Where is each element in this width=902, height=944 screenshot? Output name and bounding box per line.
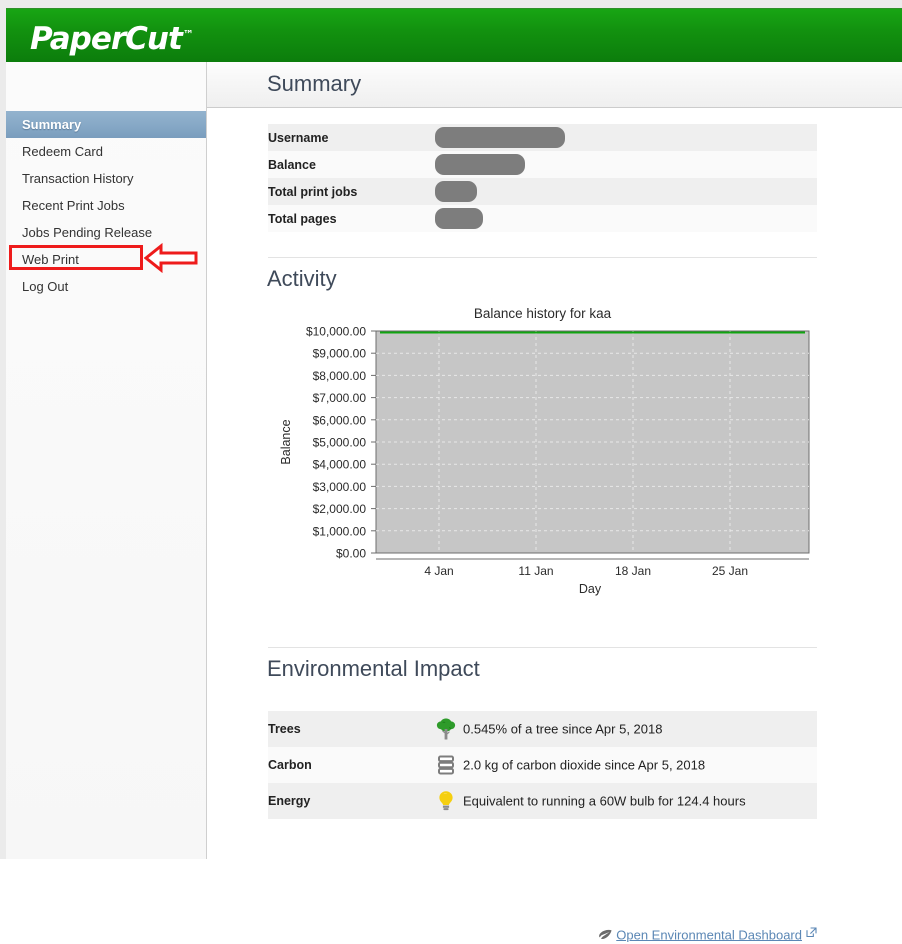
env-text-energy: Equivalent to running a 60W bulb for 124…: [463, 793, 746, 809]
env-text-carbon: 2.0 kg of carbon dioxide since Apr 5, 20…: [463, 757, 706, 773]
chart-x-tick-label: 4 Jan: [424, 564, 453, 578]
balance-history-chart: Balance history for kaa $10,000.00 $9,00…: [268, 306, 817, 616]
chart-y-tick-label: $3,000.00: [313, 480, 367, 494]
sidebar-item-transaction-history[interactable]: Transaction History: [6, 165, 206, 192]
content-header-bar: Summary: [207, 62, 902, 108]
sidebar-item-label: Redeem Card: [22, 144, 103, 159]
env-text-trees: 0.545% of a tree since Apr 5, 2018: [463, 721, 663, 737]
environmental-table: Trees 0.545% of a tree since Apr 5, 2018: [268, 711, 817, 819]
chart-y-tick-labels: $10,000.00 $9,000.00 $8,000.00 $7,000.00…: [306, 325, 366, 561]
external-link-icon[interactable]: [806, 927, 817, 938]
redacted-value: [435, 208, 483, 229]
chart-x-tick-label: 25 Jan: [712, 564, 748, 578]
table-row: Username: [268, 124, 817, 151]
sidebar-item-log-out[interactable]: Log Out: [6, 273, 206, 300]
summary-table: Username Balance Total print jobs Total …: [268, 124, 817, 232]
chart-y-tick-label: $1,000.00: [313, 524, 367, 538]
environmental-heading: Environmental Impact: [267, 656, 480, 681]
sidebar-item-jobs-pending-release[interactable]: Jobs Pending Release: [6, 219, 206, 246]
brand-header: PaperCut™: [6, 8, 902, 62]
redacted-value: [435, 154, 525, 175]
sidebar-nav-list: Summary Redeem Card Transaction History …: [6, 111, 206, 300]
chart-x-axis-title: Day: [579, 582, 602, 596]
chart-y-tick-label: $2,000.00: [313, 502, 367, 516]
table-row: Trees 0.545% of a tree since Apr 5, 2018: [268, 711, 817, 747]
sidebar-item-redeem-card[interactable]: Redeem Card: [6, 138, 206, 165]
environmental-dashboard-link-row: Open Environmental Dashboard: [268, 926, 817, 944]
table-row: Balance: [268, 151, 817, 178]
page-title: Summary: [267, 71, 362, 96]
summary-label-balance: Balance: [268, 157, 316, 172]
page-root: PaperCut™ Summary Summary Redeem Card Tr…: [0, 0, 902, 942]
redacted-value: [435, 127, 565, 148]
activity-divider: [268, 257, 817, 258]
table-row: Energy Equivalent to running a 60W bulb …: [268, 783, 817, 819]
summary-value-total-pages: [435, 205, 817, 232]
summary-label-total-pages: Total pages: [268, 211, 337, 226]
env-value-energy: Equivalent to running a 60W bulb for 124…: [435, 783, 817, 819]
sidebar: Summary Redeem Card Transaction History …: [6, 62, 207, 859]
summary-value-username: [435, 124, 817, 151]
sidebar-item-recent-print-jobs[interactable]: Recent Print Jobs: [6, 192, 206, 219]
summary-value-balance: [435, 151, 817, 178]
activity-heading: Activity: [267, 266, 337, 291]
chart-y-tick-label: $8,000.00: [313, 369, 367, 383]
env-value-trees: 0.545% of a tree since Apr 5, 2018: [435, 711, 817, 747]
summary-label-username: Username: [268, 130, 329, 145]
env-label-carbon: Carbon: [268, 758, 312, 772]
environmental-divider: [268, 647, 817, 648]
papercut-logo[interactable]: PaperCut™: [30, 21, 194, 57]
carbon-icon: [438, 755, 454, 775]
sidebar-item-label: Log Out: [22, 279, 69, 294]
sidebar-item-label: Recent Print Jobs: [22, 198, 125, 213]
sidebar-item-label: Web Print: [22, 252, 79, 267]
env-value-carbon: 2.0 kg of carbon dioxide since Apr 5, 20…: [435, 747, 817, 783]
summary-label-total-print-jobs: Total print jobs: [268, 184, 358, 199]
chart-svg: $10,000.00 $9,000.00 $8,000.00 $7,000.00…: [279, 325, 810, 596]
chart-y-tick-marks: [371, 330, 376, 554]
env-label-trees: Trees: [268, 722, 301, 736]
chart-y-tick-label: $9,000.00: [313, 347, 367, 361]
chart-y-tick-label: $6,000.00: [313, 413, 367, 427]
sidebar-item-web-print[interactable]: Web Print: [6, 246, 206, 273]
window-gutter-top: [0, 0, 902, 8]
chart-y-tick-label: $4,000.00: [313, 458, 367, 472]
leaf-icon: [599, 929, 612, 939]
env-label-energy: Energy: [268, 794, 311, 808]
lightbulb-icon: [439, 791, 453, 811]
chart-y-axis-title: Balance: [279, 419, 293, 464]
summary-value-total-print-jobs: [435, 178, 817, 205]
chart-y-tick-label: $0.00: [336, 547, 366, 561]
chart-x-tick-label: 11 Jan: [518, 564, 553, 578]
chart-y-tick-label: $5,000.00: [313, 436, 367, 450]
chart-title: Balance history for kaa: [473, 306, 612, 321]
papercut-logo-text: PaperCut: [30, 21, 183, 57]
environmental-dashboard-link[interactable]: Open Environmental Dashboard: [616, 927, 802, 942]
trademark-symbol: ™: [182, 27, 194, 41]
sidebar-item-label: Jobs Pending Release: [22, 225, 153, 240]
chart-x-tick-labels: 4 Jan 11 Jan 18 Jan 25 Jan: [424, 564, 748, 578]
table-row: Total print jobs: [268, 178, 817, 205]
redacted-value: [435, 181, 477, 202]
table-row: Total pages: [268, 205, 817, 232]
sidebar-item-label: Summary: [22, 117, 82, 132]
tree-icon: [436, 718, 456, 740]
sidebar-item-summary[interactable]: Summary: [6, 111, 206, 138]
main-content: Username Balance Total print jobs Total …: [207, 108, 902, 942]
chart-x-tick-label: 18 Jan: [615, 564, 651, 578]
chart-y-tick-label: $10,000.00: [306, 325, 366, 339]
chart-y-tick-label: $7,000.00: [313, 391, 367, 405]
sidebar-item-label: Transaction History: [22, 171, 134, 186]
table-row: Carbon 2.0 kg of carbon dioxide since Ap…: [268, 747, 817, 783]
